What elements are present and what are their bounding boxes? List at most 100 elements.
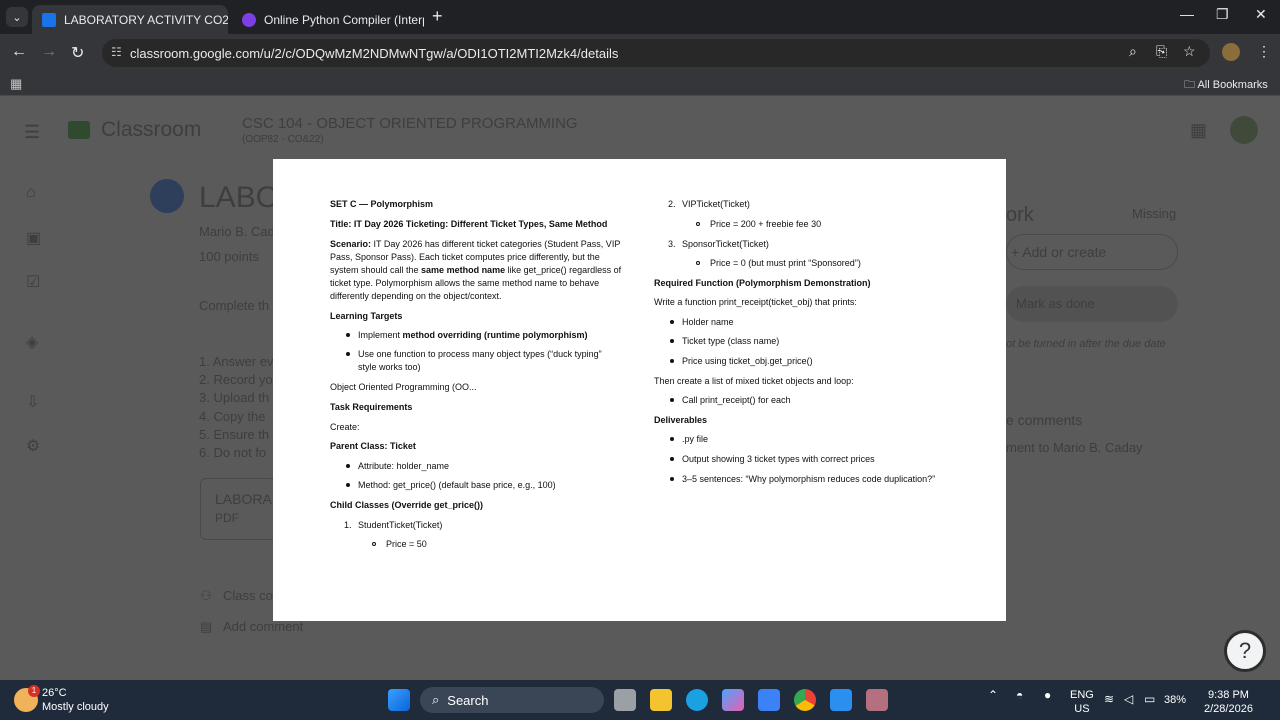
taskbar-search[interactable]: ⌕ Search — [420, 687, 604, 713]
wifi-icon[interactable]: ≋ — [1104, 692, 1114, 708]
reload-icon[interactable]: ↻ — [71, 43, 84, 63]
tab-python-compiler[interactable]: Online Python Compiler (Interp ✕ — [232, 5, 424, 34]
help-icon[interactable]: ? — [1224, 630, 1266, 672]
bullet — [346, 483, 350, 487]
add-or-create-button[interactable]: + Add or create — [1006, 234, 1178, 270]
instruction-item: 4. Copy the — [199, 408, 266, 424]
app-name[interactable]: Classroom — [101, 118, 201, 142]
all-bookmarks-button[interactable]: 🗀 All Bookmarks — [1184, 76, 1268, 95]
tab-strip: ⌄ LABORATORY ACTIVITY CO2&C ✕ Online Pyt… — [0, 0, 1280, 34]
battery-percent: 38% — [1164, 694, 1187, 706]
oop-line: Object Oriented Programming (OO... — [330, 382, 477, 392]
minimize-icon[interactable]: — — [1180, 6, 1194, 22]
home-icon[interactable]: ⌂ — [26, 184, 36, 202]
private-comments-label: e comments — [1006, 412, 1083, 428]
task-view-icon[interactable] — [614, 689, 636, 711]
list-number: 3. — [668, 239, 676, 249]
edge-icon[interactable] — [686, 689, 708, 711]
google-apps-icon[interactable]: ▦ — [1190, 120, 1207, 141]
store-icon[interactable] — [758, 689, 780, 711]
start-windows-icon[interactable] — [388, 689, 410, 711]
assignment-title: LABO — [199, 181, 280, 214]
your-work-title: ork — [1006, 204, 1034, 226]
to-do-icon[interactable]: ☑ — [26, 272, 40, 292]
close-window-icon[interactable]: ✕ — [1255, 6, 1267, 23]
scenario-line-1: Scenario: IT Day 2026 has different tick… — [330, 238, 620, 251]
vscode-icon[interactable] — [830, 689, 852, 711]
bullet — [670, 359, 674, 363]
assignment-icon — [150, 179, 184, 213]
bookmark-star-icon[interactable]: ☆ — [1183, 43, 1196, 60]
weather-badge: 1 — [28, 685, 40, 697]
learning-targets-heading: Learning Targets — [330, 311, 403, 321]
classroom-favicon-icon — [42, 12, 56, 27]
url-text[interactable]: classroom.google.com/u/2/c/ODQwMzM2NDMwN… — [130, 46, 618, 61]
new-tab-icon[interactable]: + — [432, 6, 443, 27]
doc-title: Title: IT Day 2026 Ticketing: Different … — [330, 219, 608, 229]
apps-grid-icon[interactable]: ▦ — [10, 76, 22, 92]
learning-target-2-line-2: style works too) — [358, 362, 421, 372]
student-ticket-item: StudentTicket(Ticket) — [358, 520, 443, 530]
mark-as-done-button[interactable]: Mark as done — [1006, 286, 1178, 322]
profile-avatar[interactable] — [1222, 43, 1240, 61]
then-line: Then create a list of mixed ticket objec… — [654, 376, 854, 386]
scenario-text: like get_price() regardless of — [505, 265, 622, 275]
scenario-line-4: ticket type. Polymorphism allows the sam… — [330, 278, 600, 288]
chevron-up-icon[interactable]: ⌃ — [988, 688, 998, 704]
weather-desc: Mostly cloudy — [42, 701, 109, 714]
volume-icon[interactable]: ◁ — [1124, 692, 1133, 708]
account-avatar[interactable] — [1230, 116, 1258, 144]
forward-icon[interactable]: → — [41, 43, 57, 61]
sub-bullet — [372, 542, 376, 546]
child-classes-heading: Child Classes (Override get_price()) — [330, 500, 484, 510]
attachment-title: LABORA — [215, 491, 272, 507]
language-indicator[interactable]: ENG US — [1070, 688, 1094, 717]
attachment-type: PDF — [215, 511, 239, 525]
file-explorer-icon[interactable] — [650, 689, 672, 711]
classroom-page: ☰ Classroom CSC 104 - OBJECT ORIENTED PR… — [0, 96, 1280, 680]
instruction-item: 2. Record yo — [199, 372, 273, 388]
menu-kebab-icon[interactable]: ⋮ — [1257, 43, 1271, 60]
microphone-icon[interactable]: ● — [1044, 688, 1051, 704]
security-icon[interactable]: ◓ — [1016, 688, 1023, 704]
install-app-icon[interactable]: ⎘ — [1156, 43, 1167, 60]
parent-class-heading: Parent Class: Ticket — [330, 441, 416, 451]
call-item: Call print_receipt() for each — [682, 395, 791, 405]
write-function-line: Write a function print_receipt(ticket_ob… — [654, 297, 857, 307]
learning-target-emphasis: method overriding (runtime polymorphism) — [402, 330, 588, 340]
zoom-icon[interactable]: ⌕ — [1129, 43, 1137, 60]
instructions-list: 1. Answer ev 2. Record yo 3. Upload th 4… — [199, 353, 273, 462]
hamburger-icon[interactable]: ☰ — [24, 122, 40, 143]
archived-icon[interactable]: ⇩ — [26, 392, 39, 412]
enrolled-icon[interactable]: ◈ — [26, 332, 38, 352]
author: Mario B. Cad — [199, 224, 275, 239]
address-bar[interactable]: ☷ classroom.google.com/u/2/c/ODQwMzM2NDM… — [102, 39, 1210, 67]
site-info-icon[interactable]: ☷ — [111, 45, 122, 59]
battery-icon[interactable]: ▭ — [1144, 692, 1155, 708]
bullet — [346, 464, 350, 468]
deliverable-3: 3–5 sentences: “Why polymorphism reduces… — [682, 474, 936, 484]
copilot-icon[interactable] — [722, 689, 744, 711]
restore-icon[interactable]: ❐ — [1216, 6, 1229, 23]
attachment-card[interactable]: LABORA PDF — [200, 478, 276, 540]
back-icon[interactable]: ← — [11, 43, 27, 61]
app-icon[interactable] — [866, 689, 888, 711]
all-bookmarks-label: All Bookmarks — [1197, 79, 1268, 91]
tab-laboratory[interactable]: LABORATORY ACTIVITY CO2&C ✕ — [32, 5, 228, 34]
add-private-comment-link[interactable]: ment to Mario B. Caday — [1006, 440, 1143, 455]
clock[interactable]: 9:38 PM 2/28/2026 — [1204, 688, 1253, 717]
calendar-icon[interactable]: ▣ — [26, 228, 41, 248]
document-preview: SET C — Polymorphism Title: IT Day 2026 … — [273, 159, 1006, 621]
bullet — [670, 339, 674, 343]
settings-icon[interactable]: ⚙ — [26, 436, 40, 456]
bullet — [670, 320, 674, 324]
tab-search-button[interactable]: ⌄ — [6, 7, 28, 27]
task-requirements-heading: Task Requirements — [330, 402, 413, 412]
chrome-icon[interactable] — [794, 689, 816, 711]
course-title[interactable]: CSC 104 - OBJECT ORIENTED PROGRAMMING — [242, 115, 578, 132]
list-number: 2. — [668, 199, 676, 209]
search-label: Search — [447, 692, 489, 708]
scenario-emphasis: same method name — [421, 265, 506, 275]
weather-widget[interactable]: 26°C Mostly cloudy — [42, 686, 109, 715]
add-comment-link[interactable]: Add comment — [223, 619, 303, 634]
